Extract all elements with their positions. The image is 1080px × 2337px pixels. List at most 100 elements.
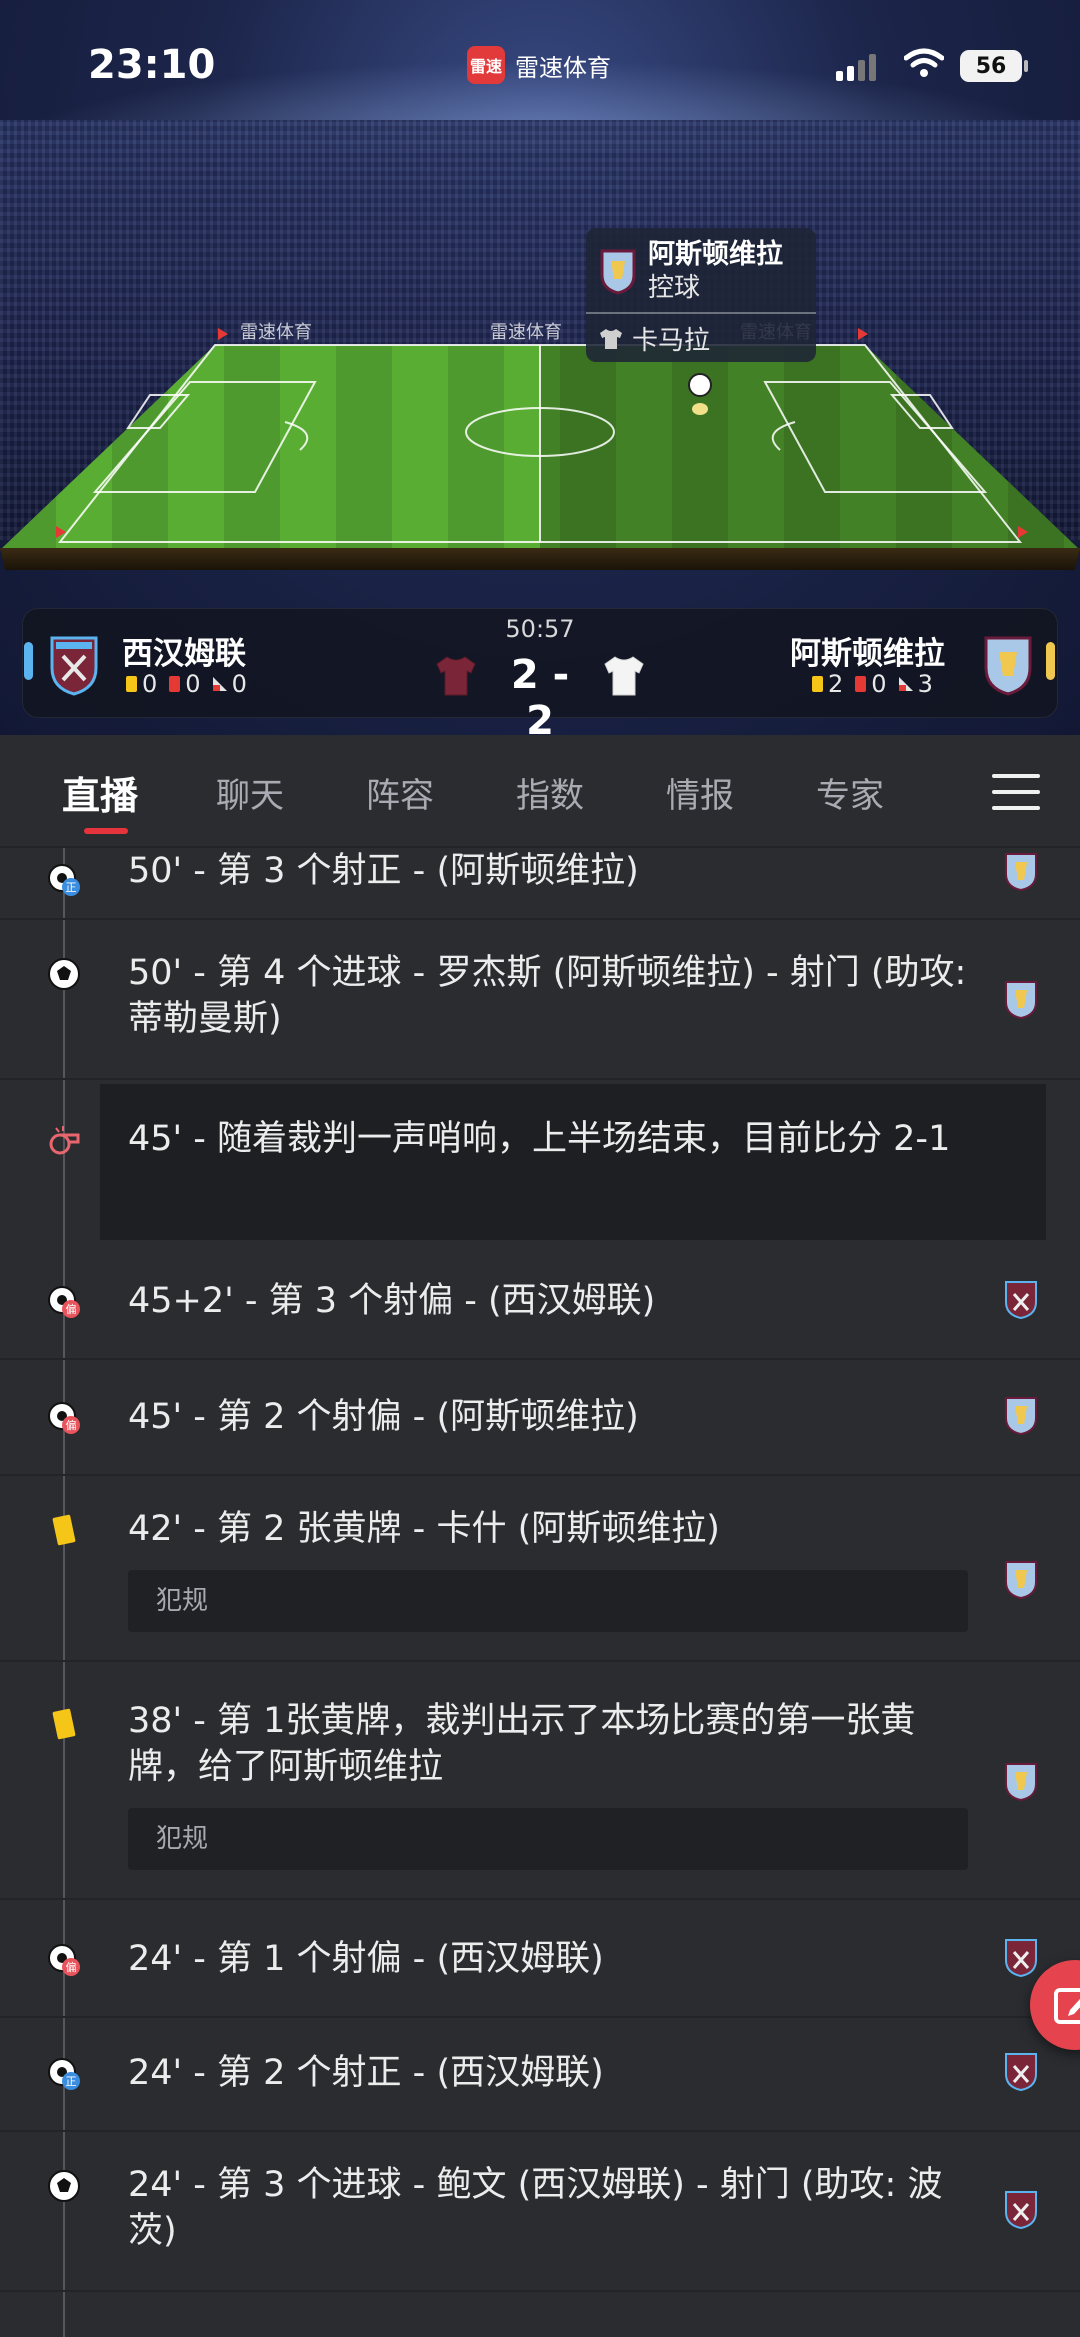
yellow-card-icon (812, 676, 823, 692)
away-team-stats: 2 0 3 (812, 670, 933, 698)
wifi-icon (904, 48, 944, 77)
shot-off-target-icon: 偏 (48, 1286, 80, 1318)
away-yellow-count: 2 (828, 670, 844, 698)
away-color-marker (1046, 642, 1055, 680)
west-ham-crest-icon (1005, 1281, 1037, 1320)
aston-villa-crest-icon (1005, 981, 1037, 1020)
aston-villa-crest-icon[interactable] (982, 634, 1034, 696)
cellular-signal-icon (836, 54, 876, 81)
event-row[interactable]: 42' - 第 2 张黄牌 - 卡什 (阿斯顿维拉) 犯规 (0, 1476, 1080, 1662)
event-text: 45+2' - 第 3 个射偏 - (西汉姆联) (128, 1281, 656, 1321)
aston-villa-crest-icon (1005, 853, 1037, 892)
event-row[interactable]: 偏 24' - 第 1 个射偏 - (西汉姆联) (0, 1900, 1080, 2018)
tab-odds[interactable]: 指数 (516, 768, 584, 817)
red-card-icon (169, 676, 181, 692)
away-shirt-icon (604, 656, 644, 696)
match-clock: 50:57 (505, 615, 575, 643)
home-red-count: 0 (185, 670, 201, 698)
aston-villa-crest-icon (600, 249, 636, 295)
tab-lineup[interactable]: 阵容 (366, 768, 434, 817)
app-name: 雷速体育 (515, 53, 611, 82)
home-yellow-count: 0 (142, 670, 158, 698)
app-logo-icon: 雷速 (467, 46, 505, 84)
aston-villa-crest-icon (1005, 1763, 1037, 1802)
yellow-card-icon (52, 1514, 76, 1546)
home-color-marker (24, 642, 33, 680)
event-text: 24' - 第 1 个射偏 - (西汉姆联) (128, 1939, 604, 1979)
aston-villa-crest-icon (1005, 1561, 1037, 1600)
tooltip-divider (586, 312, 816, 314)
red-card-icon (855, 676, 867, 692)
battery-indicator: 56 (960, 50, 1028, 82)
active-tab-indicator (84, 828, 128, 834)
shot-on-target-icon: 正 (48, 2058, 80, 2090)
status-time: 23:10 (88, 42, 216, 88)
status-bar: 23:10 雷速 雷速体育 56 (0, 0, 1080, 130)
west-ham-crest-icon (1005, 1939, 1037, 1978)
event-row[interactable]: 正 50' - 第 3 个射正 - (阿斯顿维拉) (0, 848, 1080, 920)
goal-ball-icon (48, 958, 80, 990)
match-score: 2 - 2 (510, 652, 570, 744)
event-row[interactable]: 正 24' - 第 2 个射正 - (西汉姆联) (0, 2018, 1080, 2132)
pitch-base (0, 548, 1080, 570)
goal-ball-icon (48, 2170, 80, 2202)
tab-intel[interactable]: 情报 (666, 768, 734, 817)
event-text: 24' - 第 3 个进球 - 鲍文 (西汉姆联) - 射门 (助攻: 波茨) (128, 2165, 943, 2251)
west-ham-crest-icon (1005, 2191, 1037, 2230)
live-event-feed[interactable]: 正 50' - 第 3 个射正 - (阿斯顿维拉) 50' - 第 4 个进球 … (0, 848, 1080, 2337)
event-row[interactable]: 38' - 第 1张黄牌，裁判出示了本场比赛的第一张黄牌，给了阿斯顿维拉 犯规 (0, 1662, 1080, 1900)
event-text: 42' - 第 2 张黄牌 - 卡什 (阿斯顿维拉) (128, 1509, 720, 1549)
event-text: 38' - 第 1张黄牌，裁判出示了本场比赛的第一张黄牌，给了阿斯顿维拉 (128, 1701, 916, 1787)
tab-live[interactable]: 直播 (62, 765, 138, 820)
ball-position-dot (692, 403, 708, 415)
jersey-icon (600, 328, 622, 349)
possession-team: 阿斯顿维拉 (648, 239, 783, 270)
svg-text:偏: 偏 (66, 1302, 77, 1316)
aston-villa-crest-icon (1005, 1397, 1037, 1436)
away-team-name[interactable]: 阿斯顿维拉 (790, 628, 945, 673)
event-text: 50' - 第 3 个射正 - (阿斯顿维拉) (128, 851, 639, 891)
possession-tooltip: 阿斯顿维拉 控球 卡马拉 (586, 228, 816, 362)
whistle-icon (49, 1126, 80, 1155)
tab-chat[interactable]: 聊天 (216, 768, 284, 817)
home-team-name[interactable]: 西汉姆联 (122, 628, 246, 673)
ball-marker-icon (688, 373, 712, 397)
yellow-card-icon (52, 1708, 76, 1740)
event-text: 45' - 第 2 个射偏 - (阿斯顿维拉) (128, 1397, 639, 1437)
tab-experts[interactable]: 专家 (816, 768, 884, 817)
corner-flag-icon (212, 677, 227, 691)
svg-text:正: 正 (66, 2075, 77, 2088)
event-text: 50' - 第 4 个进球 - 罗杰斯 (阿斯顿维拉) - 射门 (助攻: 蒂勒… (128, 953, 967, 1039)
ad-board-center: 雷速体育 (490, 322, 562, 343)
possession-player: 卡马拉 (598, 320, 804, 357)
shot-off-target-icon: 偏 (48, 1944, 80, 1976)
possession-action: 控球 (648, 273, 701, 303)
event-text: 45' - 随着裁判一声哨响，上半场结束，目前比分 2-1 (128, 1119, 951, 1159)
home-team-stats: 0 0 0 (126, 670, 247, 698)
shot-on-target-icon: 正 (48, 864, 80, 896)
event-row[interactable]: 45' - 随着裁判一声哨响，上半场结束，目前比分 2-1 (0, 1080, 1080, 1246)
yellow-card-icon (126, 676, 137, 692)
event-note: 犯规 (128, 1570, 968, 1632)
event-note: 犯规 (128, 1808, 968, 1870)
event-row[interactable]: 24' - 第 3 个进球 - 鲍文 (西汉姆联) - 射门 (助攻: 波茨) (0, 2132, 1080, 2292)
west-ham-crest-icon (1005, 2053, 1037, 2092)
event-row[interactable]: 偏 45' - 第 2 个射偏 - (阿斯顿维拉) (0, 1360, 1080, 1476)
shot-off-target-icon: 偏 (48, 1402, 80, 1434)
ad-board-left: 雷速体育 (240, 322, 312, 343)
possession-player-name: 卡马拉 (632, 326, 711, 356)
away-corner-count: 3 (917, 670, 933, 698)
corner-flag-icon (898, 677, 913, 691)
event-row[interactable]: 50' - 第 4 个进球 - 罗杰斯 (阿斯顿维拉) - 射门 (助攻: 蒂勒… (0, 920, 1080, 1080)
menu-icon[interactable] (992, 772, 1040, 812)
home-shirt-icon (436, 656, 476, 696)
edit-icon (1054, 1988, 1080, 2024)
event-text: 24' - 第 2 个射正 - (西汉姆联) (128, 2053, 604, 2093)
app-badge: 雷速 雷速体育 (467, 46, 611, 84)
svg-text:偏: 偏 (66, 1418, 77, 1432)
home-corner-count: 0 (231, 670, 247, 698)
west-ham-crest-icon[interactable] (48, 634, 100, 696)
away-red-count: 0 (871, 670, 887, 698)
event-row[interactable]: 偏 45+2' - 第 3 个射偏 - (西汉姆联) (0, 1246, 1080, 1360)
svg-text:偏: 偏 (66, 1960, 77, 1974)
